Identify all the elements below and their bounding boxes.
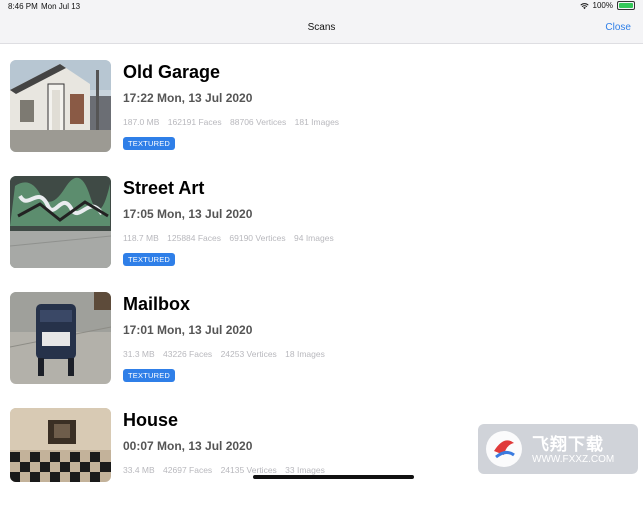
scan-row-mailbox[interactable]: Mailbox 17:01 Mon, 13 Jul 2020 31.3 MB 4… xyxy=(0,292,643,402)
scan-vertices: 69190 Vertices xyxy=(229,233,286,243)
scan-meta: 187.0 MB 162191 Faces 88706 Vertices 181… xyxy=(123,117,345,127)
scan-vertices: 24135 Vertices xyxy=(220,465,277,475)
scan-thumbnail xyxy=(10,408,111,482)
battery-icon xyxy=(617,1,635,10)
close-button[interactable]: Close xyxy=(605,22,631,33)
scan-title: Mailbox xyxy=(123,294,191,314)
status-bar: 8:46 PM Mon Jul 13 100% xyxy=(0,0,643,13)
battery-percent: 100% xyxy=(592,1,613,10)
page-title: Scans xyxy=(307,22,336,33)
home-indicator[interactable] xyxy=(253,475,414,479)
wifi-icon xyxy=(579,2,589,9)
nav-bar: Scans Close xyxy=(0,13,643,44)
scan-meta: 31.3 MB 43226 Faces 24253 Vertices 18 Im… xyxy=(123,349,331,359)
scan-vertices: 88706 Vertices xyxy=(230,117,287,127)
scan-faces: 42697 Faces xyxy=(163,465,213,475)
status-date: Mon Jul 13 xyxy=(41,2,81,11)
scan-date: 17:22 Mon, 13 Jul 2020 xyxy=(123,91,253,105)
scan-meta: 118.7 MB 125884 Faces 69190 Vertices 94 … xyxy=(123,233,340,243)
scan-thumbnail xyxy=(10,176,111,268)
scan-size: 31.3 MB xyxy=(123,349,155,359)
scan-title: Old Garage xyxy=(123,62,221,82)
scan-meta: 33.4 MB 42697 Faces 24135 Vertices 33 Im… xyxy=(123,465,331,475)
scan-row-old-garage[interactable]: Old Garage 17:22 Mon, 13 Jul 2020 187.0 … xyxy=(0,60,643,170)
scan-date: 00:07 Mon, 13 Jul 2020 xyxy=(123,439,253,453)
textured-badge: TEXTURED xyxy=(123,253,176,266)
scan-images: 94 Images xyxy=(294,233,334,243)
scan-thumbnail xyxy=(10,292,111,384)
scan-images: 181 Images xyxy=(294,117,340,127)
scan-size: 118.7 MB xyxy=(123,233,159,243)
scan-date: 17:01 Mon, 13 Jul 2020 xyxy=(123,323,253,337)
scan-size: 33.4 MB xyxy=(123,465,155,475)
scan-images: 18 Images xyxy=(285,349,325,359)
watermark-url: WWW.FXXZ.COM xyxy=(532,454,615,465)
watermark: 飞翔下载 WWW.FXXZ.COM xyxy=(478,424,638,474)
scan-size: 187.0 MB xyxy=(123,117,160,127)
textured-badge: TEXTURED xyxy=(123,369,176,382)
scan-faces: 43226 Faces xyxy=(163,349,213,359)
status-time: 8:46 PM xyxy=(8,2,38,11)
scan-images: 33 Images xyxy=(285,465,325,475)
status-right: 100% xyxy=(579,1,635,10)
watermark-logo-icon xyxy=(486,431,522,467)
scan-vertices: 24253 Vertices xyxy=(220,349,277,359)
watermark-text: 飞翔下载 xyxy=(532,435,604,454)
scan-title: House xyxy=(123,410,179,430)
scan-date: 17:05 Mon, 13 Jul 2020 xyxy=(123,207,253,221)
scan-thumbnail xyxy=(10,60,111,152)
scan-faces: 162191 Faces xyxy=(167,117,222,127)
scan-title: Street Art xyxy=(123,178,205,198)
scan-row-street-art[interactable]: Street Art 17:05 Mon, 13 Jul 2020 118.7 … xyxy=(0,176,643,286)
textured-badge: TEXTURED xyxy=(123,137,176,150)
scan-faces: 125884 Faces xyxy=(167,233,222,243)
